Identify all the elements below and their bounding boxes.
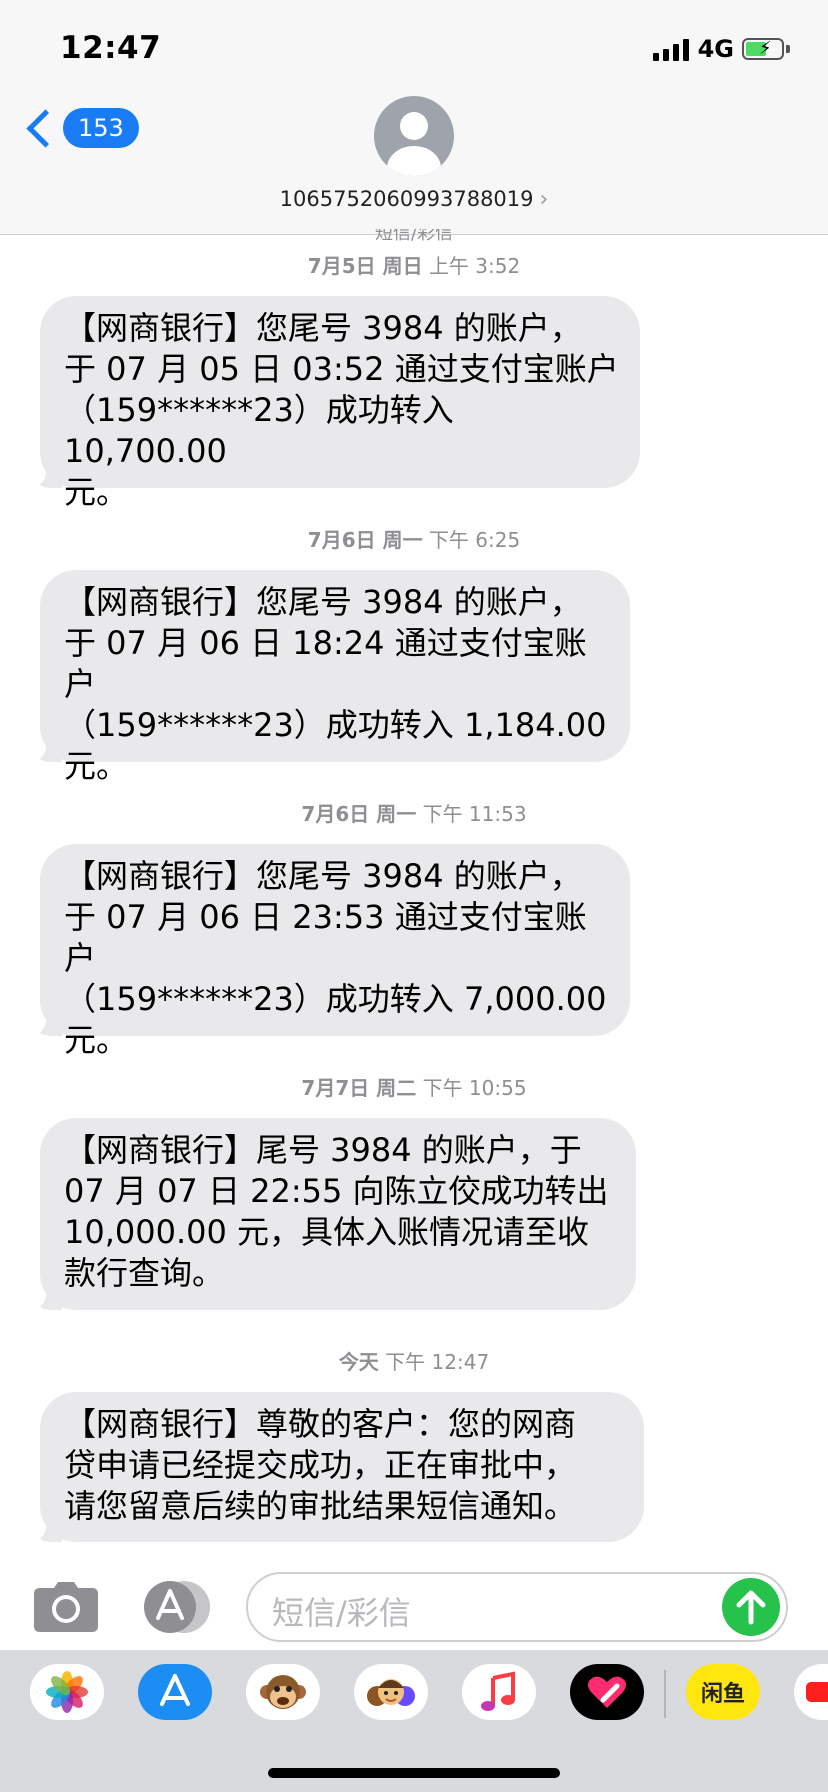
memoji-stickers-app-icon[interactable]	[354, 1664, 428, 1720]
status-indicators: 4G ⚡	[652, 35, 790, 63]
arrow-up-icon	[736, 1590, 766, 1625]
unread-count-badge: 153	[63, 108, 139, 148]
chevron-right-icon: ›	[539, 187, 549, 212]
message-bubble[interactable]: 【网商银行】尊敬的客户：您的网商 贷申请已经提交成功，正在审批中， 请您留意后续…	[40, 1392, 644, 1542]
message-bubble[interactable]: 【网商银行】您尾号 3984 的账户， 于 07 月 06 日 23:53 通过…	[40, 844, 630, 1059]
back-button[interactable]: 153	[22, 108, 139, 148]
send-button[interactable]	[722, 1578, 780, 1636]
network-type: 4G	[697, 35, 734, 63]
message-bubble[interactable]: 【网商银行】您尾号 3984 的账户， 于 07 月 06 日 18:24 通过…	[40, 570, 630, 785]
timestamp-time: 下午 10:55	[422, 1076, 527, 1100]
timestamp-time: 下午 11:53	[422, 802, 527, 826]
drawer-divider	[664, 1670, 666, 1718]
camera-button[interactable]	[34, 1582, 98, 1632]
message-timestamp: 7月5日 周日 上午 3:52	[0, 250, 828, 279]
partial-app-icon[interactable]	[794, 1664, 828, 1720]
conversation-header: 12:47 4G ⚡ 153 1065752060993788019 ›	[0, 0, 828, 235]
timestamp-time: 下午 6:25	[428, 528, 521, 552]
animoji-app-icon[interactable]	[246, 1664, 320, 1720]
xianyu-label: 闲鱼	[700, 1682, 745, 1707]
timestamp-time: 上午 3:52	[428, 254, 521, 278]
timestamp-date: 今天	[338, 1350, 379, 1374]
timestamp-date: 7月6日 周一	[307, 528, 423, 552]
message-bubble[interactable]: 【网商银行】尾号 3984 的账户，于 07 月 07 日 22:55 向陈立佼…	[40, 1118, 636, 1310]
message-bubble[interactable]: 【网商银行】您尾号 3984 的账户， 于 07 月 05 日 03:52 通过…	[40, 296, 640, 511]
message-timestamp: 7月6日 周一 下午 11:53	[0, 798, 828, 827]
contact-number: 1065752060993788019	[279, 187, 534, 211]
service-label: 短信/彩信	[374, 229, 454, 244]
message-timestamp: 7月6日 周一 下午 6:25	[0, 524, 828, 553]
music-app-icon[interactable]	[462, 1664, 536, 1720]
status-time: 12:47	[60, 30, 162, 66]
timestamp-date: 7月7日 周二	[301, 1076, 417, 1100]
contact-avatar[interactable]	[374, 96, 454, 176]
xianyu-app-icon[interactable]: 闲鱼	[686, 1664, 760, 1720]
contact-name-button[interactable]: 1065752060993788019 ›	[0, 187, 828, 212]
message-timestamp: 今天 下午 12:47	[0, 1346, 828, 1375]
cellular-signal-icon	[652, 37, 689, 61]
app-store-icon	[144, 1581, 210, 1633]
battery-charging-icon: ⚡	[742, 38, 784, 60]
app-store-app-icon[interactable]	[138, 1664, 212, 1720]
photos-app-icon[interactable]	[30, 1664, 104, 1720]
timestamp-date: 7月5日 周日	[307, 254, 423, 278]
apps-button[interactable]	[140, 1580, 212, 1634]
chevron-left-icon	[26, 108, 65, 148]
message-timestamp: 7月7日 周二 下午 10:55	[0, 1072, 828, 1101]
camera-icon	[34, 1582, 98, 1632]
timestamp-time: 下午 12:47	[385, 1350, 490, 1374]
digital-touch-app-icon[interactable]	[570, 1664, 644, 1720]
message-input[interactable]: 短信/彩信	[246, 1572, 788, 1642]
home-indicator[interactable]	[268, 1768, 560, 1778]
timestamp-date: 7月6日 周一	[301, 802, 417, 826]
message-input-placeholder: 短信/彩信	[272, 1594, 411, 1632]
